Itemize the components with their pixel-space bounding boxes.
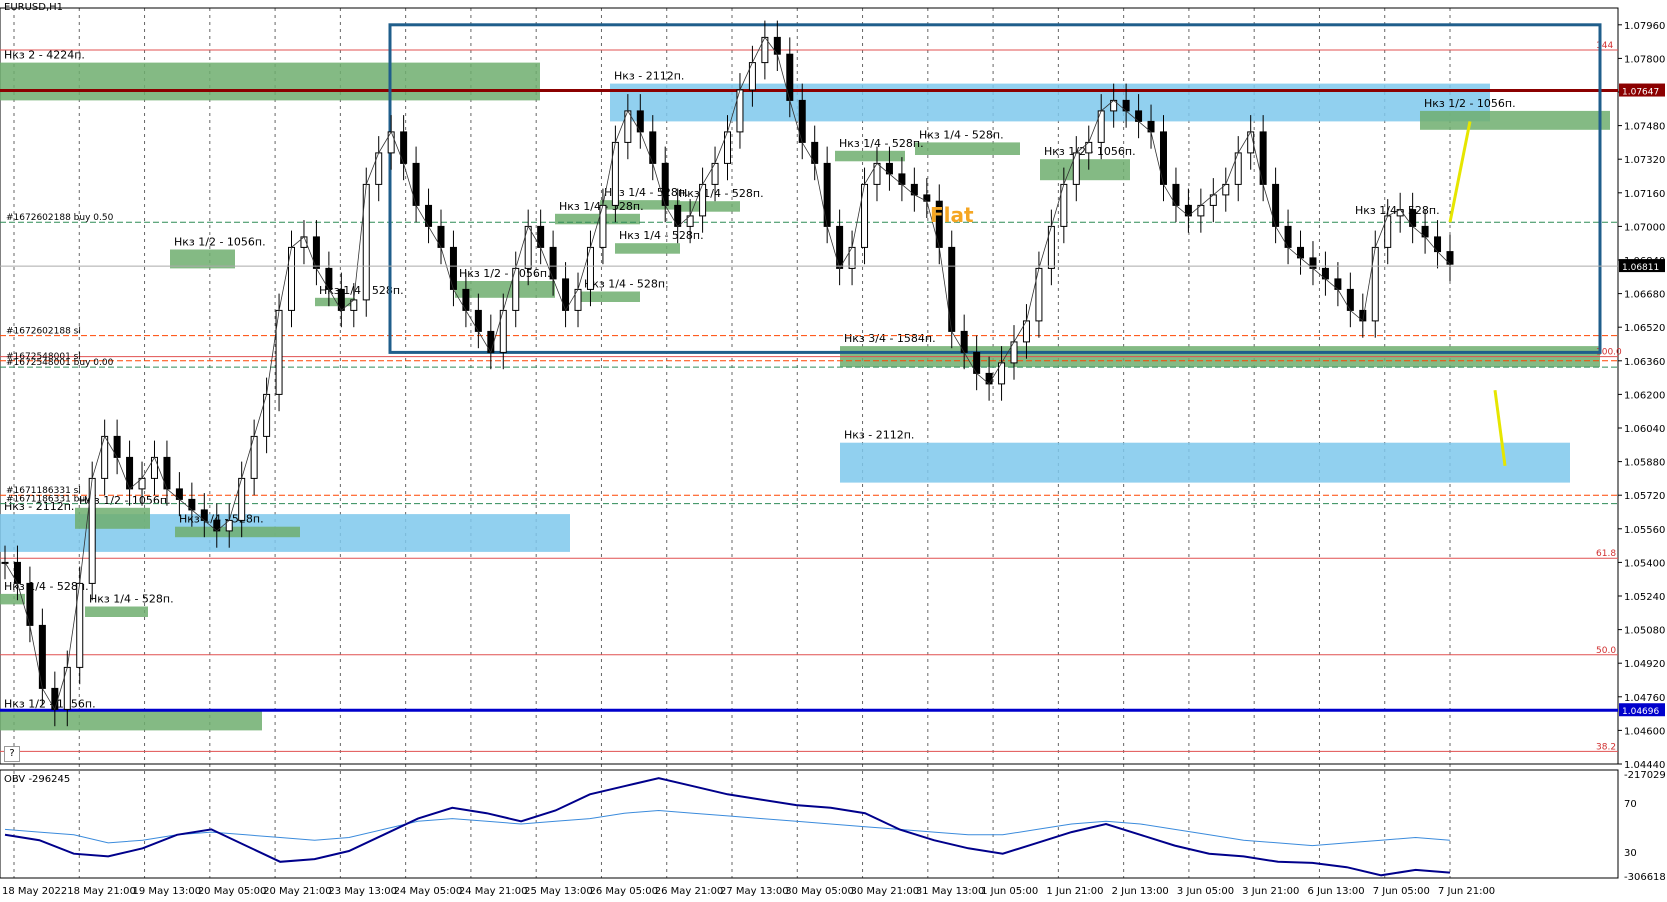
time-tick-label: 19 May 13:00 bbox=[133, 886, 202, 897]
zone-label: Нкз 1/4 - 528п. bbox=[584, 278, 669, 291]
fib-level-label: 50.0 bbox=[1596, 646, 1616, 656]
level-zone bbox=[580, 291, 640, 302]
current-price-label: 1.06811 bbox=[1622, 263, 1659, 273]
zone-label: Нкз - 2112п. bbox=[844, 429, 914, 442]
price-marker-label: 1.04696 bbox=[1622, 707, 1659, 717]
price-tick-label: 1.05560 bbox=[1624, 525, 1665, 536]
level-zone bbox=[1040, 159, 1130, 181]
price-tick-label: 1.07800 bbox=[1624, 54, 1665, 65]
time-tick-label: 30 May 21:00 bbox=[851, 886, 920, 897]
flat-annotation: Flat bbox=[930, 203, 974, 227]
level-zone bbox=[840, 442, 1570, 483]
time-tick-label: 27 May 13:00 bbox=[720, 886, 789, 897]
time-tick-label: 26 May 21:00 bbox=[655, 886, 724, 897]
zone-label: Нкз 1/2 - 1056п. bbox=[1424, 97, 1516, 110]
level-zone bbox=[170, 249, 235, 269]
zone-label: Нкз 1/4 - 528п. bbox=[839, 137, 924, 150]
level-zone bbox=[0, 62, 540, 101]
time-tick-label: 2 Jun 13:00 bbox=[1112, 886, 1169, 897]
time-tick-label: 7 Jun 21:00 bbox=[1438, 886, 1495, 897]
price-tick-label: 1.06200 bbox=[1624, 390, 1665, 401]
time-tick-label: 20 May 05:00 bbox=[198, 886, 267, 897]
help-button[interactable]: ? bbox=[4, 746, 20, 762]
price-tick-label: 1.06520 bbox=[1624, 323, 1665, 334]
level-zone bbox=[85, 606, 148, 617]
price-tick-label: 1.04760 bbox=[1624, 693, 1665, 704]
time-tick-label: 7 Jun 05:00 bbox=[1373, 886, 1430, 897]
zone-label: Нкз 1/2 - 1056п. bbox=[459, 267, 551, 280]
time-tick-label: 1 Jun 21:00 bbox=[1046, 886, 1103, 897]
order-line-label: #1672602188 sl bbox=[6, 327, 81, 337]
obv-tick-label: 30 bbox=[1624, 848, 1637, 859]
price-tick-label: 1.07160 bbox=[1624, 189, 1665, 200]
time-tick-label: 23 May 13:00 bbox=[328, 886, 397, 897]
price-tick-label: 1.05720 bbox=[1624, 491, 1665, 502]
price-tick-label: 1.07320 bbox=[1624, 155, 1665, 166]
time-tick-label: 3 Jun 05:00 bbox=[1177, 886, 1234, 897]
order-line-label: #1672602188 buy 0.50 bbox=[6, 213, 114, 223]
zone-label: Нкз 1/4 - 528п. bbox=[679, 187, 764, 200]
zone-label: Нкз - 2112п. bbox=[614, 70, 684, 83]
zone-label: Нкз 3/4 - 1584п. bbox=[844, 332, 936, 345]
main-plot-frame bbox=[0, 7, 1619, 765]
time-tick-label: 20 May 21:00 bbox=[263, 886, 332, 897]
level-zone bbox=[675, 201, 740, 212]
price-marker-label: 1.07647 bbox=[1622, 88, 1659, 98]
zone-label: Нкз 1/2 - 1056п. bbox=[174, 236, 266, 249]
obv-tick-label: 70 bbox=[1624, 799, 1637, 810]
zone-label: Нкз 1/4 - 528п. bbox=[89, 593, 174, 606]
obv-label: OBV -296245 bbox=[4, 774, 70, 785]
price-tick-label: 1.06040 bbox=[1624, 424, 1665, 435]
zone-label: Нкз 1/2 - 1056п. bbox=[4, 698, 96, 711]
price-tick-label: 1.05240 bbox=[1624, 592, 1665, 603]
time-tick-label: 25 May 13:00 bbox=[524, 886, 593, 897]
time-tick-label: 24 May 21:00 bbox=[459, 886, 528, 897]
price-tick-label: 1.07480 bbox=[1624, 122, 1665, 133]
level-zone bbox=[615, 243, 680, 254]
level-zone bbox=[0, 711, 262, 731]
fib-level-label: 61.8 bbox=[1596, 549, 1616, 559]
zone-label: Нкз 1/4 - 528п. bbox=[919, 128, 1004, 141]
level-zone bbox=[835, 150, 905, 162]
time-tick-label: 3 Jun 21:00 bbox=[1242, 886, 1299, 897]
level-zone bbox=[915, 142, 1020, 155]
price-chart[interactable]: 18 May 2022 18 May 21:0019 May 13:0020 Ma… bbox=[0, 0, 1667, 902]
price-tick-label: 1.04920 bbox=[1624, 659, 1665, 670]
order-line-label: #1672548001 buy 0.00 bbox=[6, 358, 114, 368]
time-tick-label: 6 Jun 13:00 bbox=[1307, 886, 1364, 897]
zone-annotation: Нкз 1/4 - 528п. bbox=[1355, 204, 1440, 217]
obv-tick-label: -217029 bbox=[1624, 770, 1666, 781]
time-tick-label: 18 May 21:00 bbox=[67, 886, 136, 897]
price-tick-label: 1.06680 bbox=[1624, 290, 1665, 301]
zone-label: Нкз 2 - 4224п. bbox=[4, 49, 85, 62]
obv-plot-frame bbox=[0, 769, 1619, 879]
level-zone bbox=[175, 526, 300, 538]
price-tick-label: 1.05880 bbox=[1624, 458, 1665, 469]
price-tick-label: 1.07000 bbox=[1624, 222, 1665, 233]
time-tick-label: 26 May 05:00 bbox=[589, 886, 658, 897]
order-line-label: #1671186331 buy bbox=[6, 495, 91, 505]
price-tick-label: 1.06360 bbox=[1624, 357, 1665, 368]
price-tick-label: 1.05080 bbox=[1624, 626, 1665, 637]
level-zone bbox=[1420, 110, 1610, 130]
price-tick-label: 1.07960 bbox=[1624, 21, 1665, 32]
time-tick-label: 18 May 2022 bbox=[2, 886, 67, 897]
symbol-label: EURUSD,H1 bbox=[4, 2, 64, 13]
price-tick-label: 1.04600 bbox=[1624, 726, 1665, 737]
price-tick-label: 1.05400 bbox=[1624, 558, 1665, 569]
time-tick-label: 30 May 05:00 bbox=[785, 886, 854, 897]
time-tick-label: 1 Jun 05:00 bbox=[981, 886, 1038, 897]
time-tick-label: 24 May 05:00 bbox=[394, 886, 463, 897]
time-tick-label: 31 May 13:00 bbox=[916, 886, 985, 897]
level-zone bbox=[455, 281, 555, 298]
zone-label: Нкз 1/4 - 528п. bbox=[619, 229, 704, 242]
fib-level-label: 38.2 bbox=[1596, 742, 1616, 752]
obv-tick-label: -306618 bbox=[1624, 872, 1666, 883]
